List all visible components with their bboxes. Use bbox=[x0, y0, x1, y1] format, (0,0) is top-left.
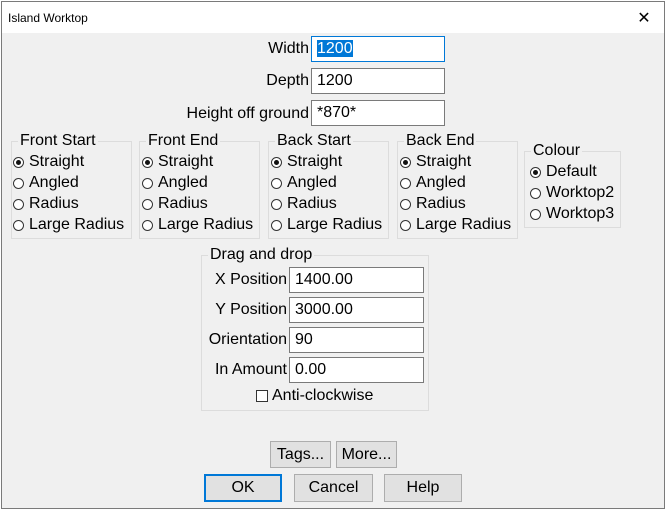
front-start-radius[interactable]: Radius bbox=[13, 194, 79, 214]
radio-label: Large Radius bbox=[29, 216, 125, 233]
radio-button bbox=[271, 156, 282, 168]
title-bar: Island Worktop ✕ bbox=[2, 2, 664, 33]
close-icon: ✕ bbox=[637, 9, 651, 27]
back-start-radius[interactable]: Radius bbox=[271, 194, 337, 214]
checkbox bbox=[256, 390, 268, 402]
radio-label: Straight bbox=[416, 153, 472, 170]
back-end-large-radius[interactable]: Large Radius bbox=[400, 215, 511, 235]
radio-button bbox=[271, 177, 282, 189]
radio-label: Radius bbox=[287, 195, 337, 212]
in-amount-label: In Amount bbox=[214, 361, 287, 378]
radio-button bbox=[142, 177, 153, 189]
radio-label: Angled bbox=[158, 174, 208, 191]
width-value: 1200 bbox=[317, 40, 353, 57]
front-end-angled[interactable]: Angled bbox=[142, 173, 208, 193]
orientation-label: Orientation bbox=[208, 331, 287, 348]
in-amount-input[interactable]: 0.00 bbox=[289, 357, 424, 383]
radio-button bbox=[142, 219, 153, 231]
anti-clockwise-checkbox[interactable]: Anti-clockwise bbox=[256, 386, 373, 406]
anti-clockwise-label: Anti-clockwise bbox=[272, 387, 374, 404]
window-title: Island Worktop bbox=[8, 11, 88, 25]
front-start-large-radius[interactable]: Large Radius bbox=[13, 215, 124, 235]
back-end-straight[interactable]: Straight bbox=[400, 152, 471, 172]
x-position-input[interactable]: 1400.00 bbox=[289, 267, 424, 293]
radio-label: Worktop3 bbox=[546, 205, 615, 222]
radio-button bbox=[530, 208, 541, 220]
radio-label: Large Radius bbox=[287, 216, 383, 233]
ok-button[interactable]: OK bbox=[204, 474, 282, 502]
radio-label: Radius bbox=[416, 195, 466, 212]
drag-drop-title: Drag and drop bbox=[208, 246, 315, 264]
y-position-input[interactable]: 3000.00 bbox=[289, 297, 424, 323]
radio-button bbox=[142, 198, 153, 210]
radio-label: Angled bbox=[29, 174, 79, 191]
width-label: Width bbox=[268, 40, 309, 57]
radio-button bbox=[530, 187, 541, 199]
front-end-large-radius[interactable]: Large Radius bbox=[142, 215, 253, 235]
radio-label: Radius bbox=[158, 195, 208, 212]
width-input[interactable]: 1200 bbox=[311, 36, 445, 62]
help-button[interactable]: Help bbox=[384, 474, 462, 502]
front-start-angled[interactable]: Angled bbox=[13, 173, 79, 193]
radio-button bbox=[400, 198, 411, 210]
colour-title: Colour bbox=[531, 142, 583, 160]
depth-input[interactable]: 1200 bbox=[311, 68, 445, 94]
radio-label: Straight bbox=[29, 153, 85, 170]
radio-label: Angled bbox=[287, 174, 337, 191]
front-end-title: Front End bbox=[146, 132, 221, 150]
orientation-input[interactable]: 90 bbox=[289, 327, 424, 353]
radio-button bbox=[142, 156, 153, 168]
colour-default[interactable]: Default bbox=[530, 162, 597, 182]
radio-button bbox=[400, 177, 411, 189]
back-start-angled[interactable]: Angled bbox=[271, 173, 337, 193]
cancel-button[interactable]: Cancel bbox=[294, 474, 373, 502]
front-start-straight[interactable]: Straight bbox=[13, 152, 84, 172]
radio-label: Worktop2 bbox=[546, 184, 615, 201]
y-position-label: Y Position bbox=[215, 301, 287, 318]
radio-label: Straight bbox=[287, 153, 343, 170]
colour-worktop3[interactable]: Worktop3 bbox=[530, 204, 614, 224]
radio-button bbox=[530, 166, 541, 178]
depth-label: Depth bbox=[266, 72, 309, 89]
front-end-straight[interactable]: Straight bbox=[142, 152, 213, 172]
radio-label: Large Radius bbox=[158, 216, 254, 233]
radio-label: Radius bbox=[29, 195, 79, 212]
back-start-straight[interactable]: Straight bbox=[271, 152, 342, 172]
radio-label: Large Radius bbox=[416, 216, 512, 233]
radio-button bbox=[13, 156, 24, 168]
front-end-radius[interactable]: Radius bbox=[142, 194, 208, 214]
radio-button bbox=[271, 198, 282, 210]
height-input[interactable]: *870* bbox=[311, 100, 445, 126]
radio-label: Straight bbox=[158, 153, 214, 170]
colour-worktop2[interactable]: Worktop2 bbox=[530, 183, 614, 203]
radio-button bbox=[271, 219, 282, 231]
height-label: Height off ground bbox=[186, 105, 309, 122]
radio-button bbox=[400, 219, 411, 231]
radio-button bbox=[13, 219, 24, 231]
back-start-large-radius[interactable]: Large Radius bbox=[271, 215, 382, 235]
back-end-title: Back End bbox=[404, 132, 477, 150]
x-position-label: X Position bbox=[214, 271, 287, 288]
radio-button bbox=[400, 156, 411, 168]
radio-label: Default bbox=[546, 163, 597, 180]
tags-button[interactable]: Tags... bbox=[270, 441, 331, 468]
back-end-radius[interactable]: Radius bbox=[400, 194, 466, 214]
more-button[interactable]: More... bbox=[336, 441, 397, 468]
back-start-title: Back Start bbox=[275, 132, 353, 150]
back-end-angled[interactable]: Angled bbox=[400, 173, 466, 193]
radio-button bbox=[13, 198, 24, 210]
front-start-title: Front Start bbox=[18, 132, 98, 150]
radio-label: Angled bbox=[416, 174, 466, 191]
close-button[interactable]: ✕ bbox=[624, 2, 664, 33]
radio-button bbox=[13, 177, 24, 189]
dialog-window: Island Worktop ✕ Width 1200 Depth 1200 H… bbox=[1, 1, 665, 509]
